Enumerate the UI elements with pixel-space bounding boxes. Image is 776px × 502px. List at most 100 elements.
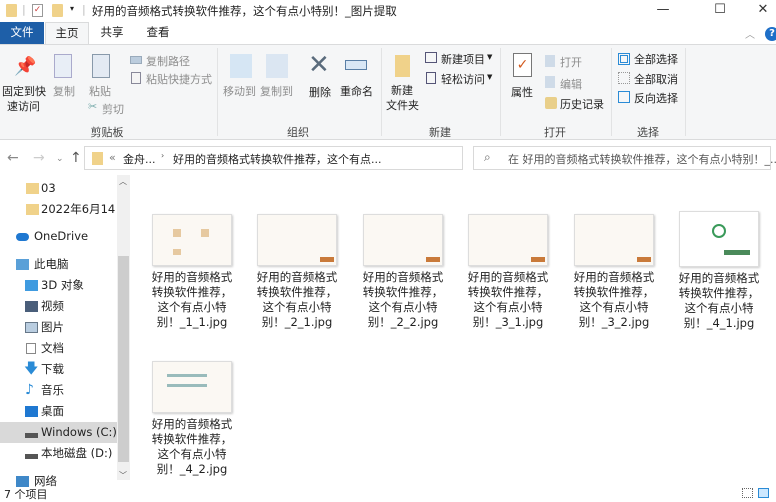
new-group-label: 新建 bbox=[429, 126, 451, 139]
collapse-ribbon-icon[interactable]: ︿ bbox=[745, 26, 755, 41]
file-item[interactable]: 好用的音频格式转换软件推荐，这个有点小特别！_3_2.jpg bbox=[565, 214, 663, 330]
select-none-icon bbox=[618, 72, 630, 84]
new-folder-icon[interactable] bbox=[52, 4, 63, 17]
paste-button[interactable]: 粘贴 bbox=[89, 83, 111, 99]
pin-quick-access-button[interactable]: 固定到快 bbox=[2, 83, 46, 99]
scroll-down-button[interactable]: ﹀ bbox=[119, 470, 127, 481]
nav-item-03[interactable]: 03 bbox=[0, 178, 117, 199]
scroll-up-button[interactable]: ︿ bbox=[119, 176, 127, 187]
file-item[interactable]: 好用的音频格式转换软件推荐，这个有点小特别！_3_1.jpg bbox=[459, 214, 557, 330]
chevron-right-icon[interactable]: › bbox=[161, 151, 164, 160]
divider: | bbox=[22, 3, 26, 16]
properties-icon: ✓ bbox=[513, 53, 532, 77]
breadcrumb-item[interactable]: 金舟... bbox=[123, 151, 156, 167]
nav-item-d-drive[interactable]: 本地磁盘 (D:) bbox=[0, 443, 117, 464]
up-button[interactable]: ↑ bbox=[70, 150, 82, 166]
open-group-label: 打开 bbox=[544, 126, 566, 139]
file-name: 好用的音频格式转换软件推荐，这个有点小特别！_1_1.jpg bbox=[151, 270, 233, 329]
address-bar[interactable]: « 金舟... › 好用的音频格式转换软件推荐，这个有点... bbox=[84, 146, 463, 170]
breadcrumb-overflow[interactable]: « bbox=[109, 151, 116, 164]
divider bbox=[611, 48, 612, 136]
easy-access-icon bbox=[426, 72, 436, 84]
copy-to-button[interactable]: 复制到 bbox=[260, 83, 293, 99]
invert-selection-button[interactable]: 反向选择 bbox=[634, 90, 678, 106]
nav-item-c-drive[interactable]: Windows (C:) bbox=[0, 422, 117, 443]
paste-shortcut-button[interactable]: 粘贴快捷方式 bbox=[146, 71, 212, 87]
item-count: 7 个项目 bbox=[4, 488, 48, 501]
large-icons-view-button[interactable] bbox=[758, 488, 769, 498]
search-icon: ⌕ bbox=[484, 150, 491, 164]
open-button[interactable]: 打开 bbox=[560, 54, 582, 70]
image-thumbnail bbox=[257, 214, 337, 266]
nav-item-desktop[interactable]: 桌面 bbox=[0, 401, 117, 422]
forward-button[interactable]: → bbox=[33, 150, 45, 166]
chevron-down-icon: ▼ bbox=[487, 53, 493, 61]
help-icon[interactable]: ? bbox=[765, 27, 776, 41]
scrollbar-thumb[interactable] bbox=[118, 256, 129, 462]
new-item-button[interactable]: 新建项目 bbox=[441, 51, 485, 67]
file-item[interactable]: 好用的音频格式转换软件推荐，这个有点小特别！_4_2.jpg bbox=[143, 361, 241, 477]
move-to-icon bbox=[230, 54, 252, 78]
rename-icon bbox=[345, 60, 367, 70]
file-name: 好用的音频格式转换软件推荐，这个有点小特别！_3_2.jpg bbox=[573, 270, 655, 329]
image-thumbnail bbox=[152, 214, 232, 266]
tab-file[interactable]: 文件 bbox=[0, 22, 44, 44]
minimize-button[interactable]: — bbox=[640, 0, 686, 22]
file-name: 好用的音频格式转换软件推荐，这个有点小特别！_4_1.jpg bbox=[678, 271, 760, 330]
back-button[interactable]: ← bbox=[7, 150, 19, 166]
file-name: 好用的音频格式转换软件推荐，这个有点小特别！_4_2.jpg bbox=[151, 417, 233, 476]
copy-icon bbox=[54, 54, 72, 78]
move-to-button[interactable]: 移动到 bbox=[223, 83, 256, 99]
file-item[interactable]: 好用的音频格式转换软件推荐，这个有点小特别！_1_1.jpg bbox=[143, 214, 241, 330]
select-all-icon bbox=[618, 53, 630, 65]
nav-item-this-pc[interactable]: 此电脑 bbox=[0, 254, 117, 275]
cut-button[interactable]: 剪切 bbox=[102, 101, 124, 117]
copy-path-button[interactable]: 复制路径 bbox=[146, 53, 190, 69]
select-none-button[interactable]: 全部取消 bbox=[634, 71, 678, 87]
nav-item-pictures[interactable]: 图片 bbox=[0, 317, 117, 338]
edit-button[interactable]: 编辑 bbox=[560, 76, 582, 92]
tab-view[interactable]: 查看 bbox=[136, 22, 180, 44]
file-item[interactable]: 好用的音频格式转换软件推荐，这个有点小特别！_2_2.jpg bbox=[354, 214, 452, 330]
new-folder-button[interactable]: 新建 bbox=[391, 82, 413, 98]
image-thumbnail bbox=[468, 214, 548, 266]
nav-item-2022[interactable]: 2022年6月14日 bbox=[0, 199, 127, 220]
chevron-down-icon[interactable]: ▾ bbox=[70, 4, 74, 13]
nav-item-onedrive[interactable]: OneDrive bbox=[0, 226, 117, 247]
select-group-label: 选择 bbox=[637, 126, 659, 139]
breadcrumb-item[interactable]: 好用的音频格式转换软件推荐，这个有点... bbox=[173, 151, 382, 167]
close-button[interactable]: ✕ bbox=[740, 0, 776, 22]
maximize-button[interactable]: ☐ bbox=[697, 0, 743, 22]
file-item[interactable]: 好用的音频格式转换软件推荐，这个有点小特别！_4_1.jpg bbox=[670, 211, 768, 331]
nav-item-downloads[interactable]: 🡇 下载 bbox=[0, 359, 117, 380]
recent-locations-button[interactable]: ⌄ bbox=[56, 154, 64, 164]
copy-to-icon bbox=[266, 54, 288, 78]
divider bbox=[381, 48, 382, 136]
history-button[interactable]: 历史记录 bbox=[560, 96, 604, 112]
paste-shortcut-icon bbox=[131, 72, 141, 84]
rename-button[interactable]: 重命名 bbox=[340, 83, 373, 99]
nav-item-videos[interactable]: 视频 bbox=[0, 296, 117, 317]
file-item[interactable]: 好用的音频格式转换软件推荐，这个有点小特别！_2_1.jpg bbox=[248, 214, 346, 330]
delete-icon: ✕ bbox=[308, 50, 330, 80]
nav-item-3d-objects[interactable]: 3D 对象 bbox=[0, 275, 117, 296]
properties-icon[interactable]: ✓ bbox=[32, 4, 43, 17]
nav-item-documents[interactable]: 文档 bbox=[0, 338, 117, 359]
tab-home[interactable]: 主页 bbox=[45, 22, 89, 44]
copy-button[interactable]: 复制 bbox=[53, 83, 75, 99]
window-title: 好用的音频格式转换软件推荐，这个有点小特别！_图片提取 bbox=[92, 4, 397, 18]
search-input[interactable]: ⌕ 在 好用的音频格式转换软件推荐，这个有点小特别！_... bbox=[473, 146, 776, 170]
select-all-button[interactable]: 全部选择 bbox=[634, 51, 678, 67]
easy-access-button[interactable]: 轻松访问 bbox=[441, 71, 485, 87]
divider bbox=[217, 48, 218, 136]
properties-button[interactable]: 属性 bbox=[511, 84, 533, 100]
search-placeholder: 在 好用的音频格式转换软件推荐，这个有点小特别！_... bbox=[508, 153, 776, 166]
pin-icon: 📌 bbox=[14, 56, 37, 77]
file-name: 好用的音频格式转换软件推荐，这个有点小特别！_2_2.jpg bbox=[362, 270, 444, 329]
delete-button[interactable]: 删除 bbox=[309, 84, 331, 100]
details-view-button[interactable] bbox=[742, 488, 753, 498]
tab-share[interactable]: 共享 bbox=[90, 22, 134, 44]
invert-selection-icon bbox=[618, 91, 630, 103]
nav-item-music[interactable]: ♪ 音乐 bbox=[0, 380, 117, 401]
file-name: 好用的音频格式转换软件推荐，这个有点小特别！_2_1.jpg bbox=[256, 270, 338, 329]
